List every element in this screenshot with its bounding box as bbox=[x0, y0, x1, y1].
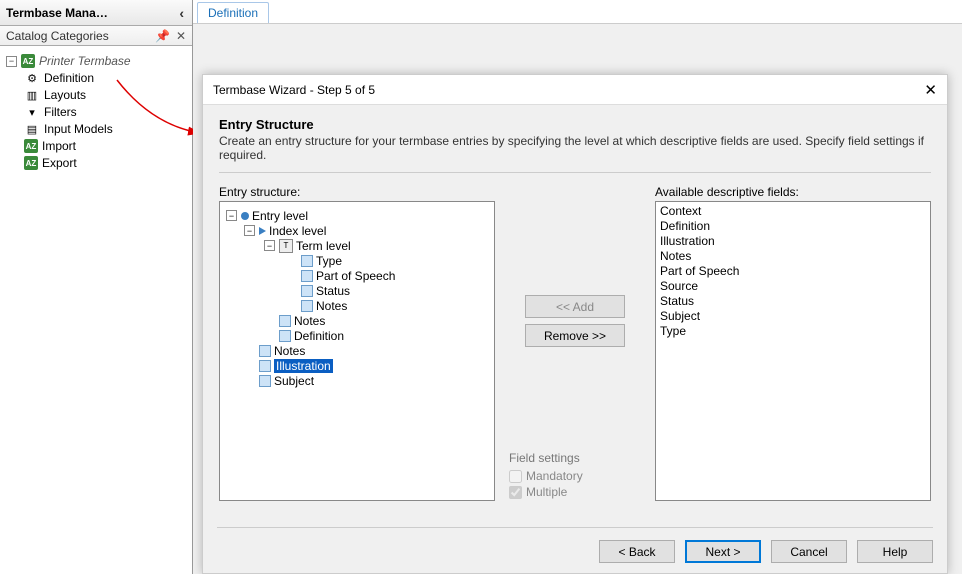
tree-field-definition[interactable]: Definition bbox=[224, 328, 490, 343]
tree-field-subject[interactable]: Subject bbox=[224, 373, 490, 388]
list-item[interactable]: Source bbox=[656, 279, 930, 294]
catalog-label: Catalog Categories bbox=[6, 29, 109, 43]
field-icon bbox=[301, 255, 313, 267]
expander-icon[interactable]: − bbox=[244, 225, 255, 236]
list-item[interactable]: Illustration bbox=[656, 234, 930, 249]
tree-field-notes-term[interactable]: Notes bbox=[224, 298, 490, 313]
tree-field-notes-index[interactable]: Notes bbox=[224, 313, 490, 328]
panel-collapse-icon[interactable]: ‹ bbox=[177, 5, 186, 21]
mandatory-checkbox-input[interactable] bbox=[509, 470, 522, 483]
tree-field-status[interactable]: Status bbox=[224, 283, 490, 298]
gear-icon: ⚙ bbox=[24, 70, 40, 86]
field-icon bbox=[259, 360, 271, 372]
expander-icon[interactable]: − bbox=[6, 56, 17, 67]
wizard-title-text: Termbase Wizard - Step 5 of 5 bbox=[213, 83, 375, 97]
tree-field-notes-entry[interactable]: Notes bbox=[224, 343, 490, 358]
sidebar-item-layouts[interactable]: ▥ Layouts bbox=[24, 87, 188, 103]
export-icon: AZ bbox=[24, 156, 38, 170]
remove-button[interactable]: Remove >> bbox=[525, 324, 625, 347]
field-icon bbox=[301, 270, 313, 282]
list-item[interactable]: Status bbox=[656, 294, 930, 309]
wizard-title-bar: Termbase Wizard - Step 5 of 5 ✕ bbox=[203, 75, 947, 105]
expander-icon[interactable]: − bbox=[264, 240, 275, 251]
import-icon: AZ bbox=[24, 139, 38, 153]
tree-index-level[interactable]: − Index level bbox=[224, 223, 490, 238]
footer-divider bbox=[217, 527, 933, 528]
left-panel: Termbase Mana… ‹ Catalog Categories 📌 ✕ … bbox=[0, 0, 193, 574]
entry-structure-tree[interactable]: − Entry level − Index level − T Te bbox=[219, 201, 495, 501]
field-icon bbox=[259, 345, 271, 357]
mandatory-checkbox[interactable]: Mandatory bbox=[509, 469, 641, 483]
tab-label: Definition bbox=[208, 6, 258, 20]
field-settings-label: Field settings bbox=[509, 451, 641, 465]
multiple-checkbox[interactable]: Multiple bbox=[509, 485, 641, 499]
entry-structure-label: Entry structure: bbox=[219, 185, 495, 199]
layout-icon: ▥ bbox=[24, 87, 40, 103]
tree-term-level[interactable]: − T Term level bbox=[224, 238, 490, 253]
wizard-heading: Entry Structure bbox=[219, 117, 931, 132]
tree-field-type[interactable]: Type bbox=[224, 253, 490, 268]
entry-level-icon bbox=[241, 212, 249, 220]
expander-icon[interactable]: − bbox=[226, 210, 237, 221]
wizard-close-button[interactable]: ✕ bbox=[924, 81, 937, 99]
catalog-header: Catalog Categories 📌 ✕ bbox=[0, 26, 192, 46]
termbase-icon: AZ bbox=[21, 54, 35, 68]
field-icon bbox=[301, 300, 313, 312]
tab-strip: Definition bbox=[193, 0, 962, 24]
panel-title: Termbase Mana… bbox=[6, 6, 108, 20]
list-item[interactable]: Subject bbox=[656, 309, 930, 324]
tab-definition[interactable]: Definition bbox=[197, 2, 269, 23]
list-item[interactable]: Context bbox=[656, 204, 930, 219]
add-button[interactable]: << Add bbox=[525, 295, 625, 318]
cancel-button[interactable]: Cancel bbox=[771, 540, 847, 563]
filter-icon: ▾ bbox=[24, 104, 40, 120]
list-item[interactable]: Notes bbox=[656, 249, 930, 264]
tree-root-label: Printer Termbase bbox=[39, 54, 131, 68]
pin-icon[interactable]: 📌 bbox=[155, 29, 170, 43]
term-level-icon: T bbox=[279, 239, 293, 253]
wizard-dialog: Termbase Wizard - Step 5 of 5 ✕ Entry St… bbox=[202, 74, 948, 574]
list-item[interactable]: Type bbox=[656, 324, 930, 339]
tree-field-pos[interactable]: Part of Speech bbox=[224, 268, 490, 283]
next-button[interactable]: Next > bbox=[685, 540, 761, 563]
help-button[interactable]: Help bbox=[857, 540, 933, 563]
sidebar-item-export[interactable]: AZ Export bbox=[24, 155, 188, 171]
sidebar-item-import[interactable]: AZ Import bbox=[24, 138, 188, 154]
multiple-checkbox-input[interactable] bbox=[509, 486, 522, 499]
field-icon bbox=[259, 375, 271, 387]
sidebar-item-input-models[interactable]: ▤ Input Models bbox=[24, 121, 188, 137]
field-icon bbox=[301, 285, 313, 297]
tree-root-node[interactable]: − AZ Printer Termbase bbox=[6, 53, 188, 69]
catalog-tree: − AZ Printer Termbase ⚙ Definition ▥ Lay… bbox=[0, 46, 192, 178]
field-icon bbox=[279, 330, 291, 342]
tree-entry-level[interactable]: − Entry level bbox=[224, 208, 490, 223]
back-button[interactable]: < Back bbox=[599, 540, 675, 563]
field-settings-group: Field settings Mandatory Multiple bbox=[509, 451, 641, 501]
divider bbox=[219, 172, 931, 173]
sidebar-item-definition[interactable]: ⚙ Definition bbox=[24, 70, 188, 86]
close-icon[interactable]: ✕ bbox=[176, 29, 186, 43]
input-models-icon: ▤ bbox=[24, 121, 40, 137]
tree-field-illustration[interactable]: Illustration bbox=[224, 358, 490, 373]
panel-title-bar: Termbase Mana… ‹ bbox=[0, 0, 192, 26]
available-fields-list[interactable]: Context Definition Illustration Notes Pa… bbox=[655, 201, 931, 501]
list-item[interactable]: Part of Speech bbox=[656, 264, 930, 279]
index-level-icon bbox=[259, 227, 266, 235]
sidebar-item-filters[interactable]: ▾ Filters bbox=[24, 104, 188, 120]
wizard-description: Create an entry structure for your termb… bbox=[219, 134, 931, 162]
list-item[interactable]: Definition bbox=[656, 219, 930, 234]
field-icon bbox=[279, 315, 291, 327]
available-fields-label: Available descriptive fields: bbox=[655, 185, 931, 199]
